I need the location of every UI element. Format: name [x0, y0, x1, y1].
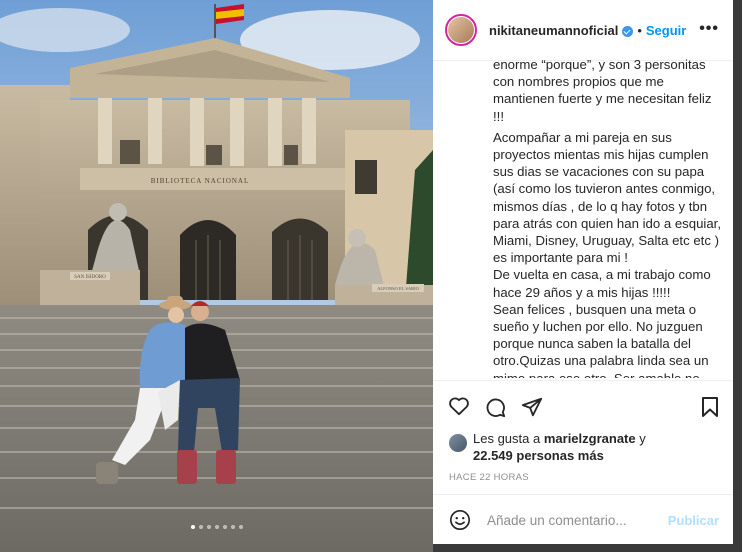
caption-paragraph: Acompañar a mi pareja en sus proyectos m… [493, 129, 722, 266]
more-options-icon[interactable]: ••• [699, 20, 719, 38]
left-statue-plaque: SAN ISIDORO [74, 275, 106, 280]
like-heart-icon[interactable] [448, 396, 470, 416]
background-strip [433, 544, 733, 552]
emoji-smiley-icon[interactable] [449, 509, 471, 531]
caption-paragraph: Sean felices , busquen una meta o sueño … [493, 301, 709, 378]
post-photo[interactable]: BIBLIOTECA NACIONAL SAN ISIDORO ALFONSO … [0, 0, 433, 552]
liker-avatar [449, 434, 467, 452]
caption-paragraph: De vuelta en casa, a mi trabajo como hac… [493, 267, 711, 300]
carousel-dot [214, 525, 219, 529]
right-statue-plaque: ALFONSO EL SABIO [377, 286, 420, 291]
avatar-image [448, 17, 474, 43]
caption-text: enorme “porque”, y son 3 personitas con … [433, 56, 733, 378]
liker-username-link[interactable]: marielzgranate [544, 431, 636, 446]
building-sign: BIBLIOTECA NACIONAL [151, 177, 250, 185]
action-bar [433, 380, 733, 433]
comment-bubble-icon[interactable] [484, 396, 506, 418]
caption-line: !!! [493, 108, 504, 124]
carousel-dot-active [190, 525, 195, 529]
likes-count-link[interactable]: 22.549 personas más [473, 448, 604, 463]
likes-connector: y [639, 431, 646, 446]
post-header: nikitaneumannoficial • Seguir ••• [433, 0, 733, 61]
photo-illustration: BIBLIOTECA NACIONAL SAN ISIDORO ALFONSO … [0, 0, 433, 552]
publish-button[interactable]: Publicar [668, 513, 719, 528]
carousel-dots [0, 516, 433, 534]
carousel-dot [230, 525, 235, 529]
caption-line: enorme “porque”, y son 3 personitas [493, 57, 706, 72]
verified-icon [622, 25, 634, 37]
post-side-panel: nikitaneumannoficial • Seguir ••• enorme… [433, 0, 733, 544]
comment-box: Añade un comentario... Publicar [433, 494, 733, 545]
caption-line: mantienen fuerte y me necesitan feliz [493, 91, 712, 107]
caption-scroll-area[interactable]: enorme “porque”, y son 3 personitas con … [433, 56, 733, 378]
carousel-dot [206, 525, 211, 529]
carousel-dot [198, 525, 203, 529]
share-paper-plane-icon[interactable] [521, 396, 543, 418]
carousel-dot [222, 525, 227, 529]
comment-input[interactable]: Añade un comentario... [487, 513, 668, 528]
avatar[interactable] [445, 14, 477, 46]
save-bookmark-icon[interactable] [701, 396, 719, 418]
post-timestamp[interactable]: HACE 22 HORAS [449, 472, 529, 483]
caption-line: con nombres propios que me [493, 74, 664, 90]
likes-summary: Les gusta a marielzgranate y 22.549 pers… [449, 430, 729, 464]
follow-button[interactable]: Seguir [646, 23, 686, 38]
carousel-dot [238, 525, 243, 529]
likes-prefix: Les gusta a [473, 431, 541, 446]
username-link[interactable]: nikitaneumannoficial [489, 23, 618, 38]
background-edge [733, 0, 742, 552]
separator-dot: • [637, 22, 642, 38]
